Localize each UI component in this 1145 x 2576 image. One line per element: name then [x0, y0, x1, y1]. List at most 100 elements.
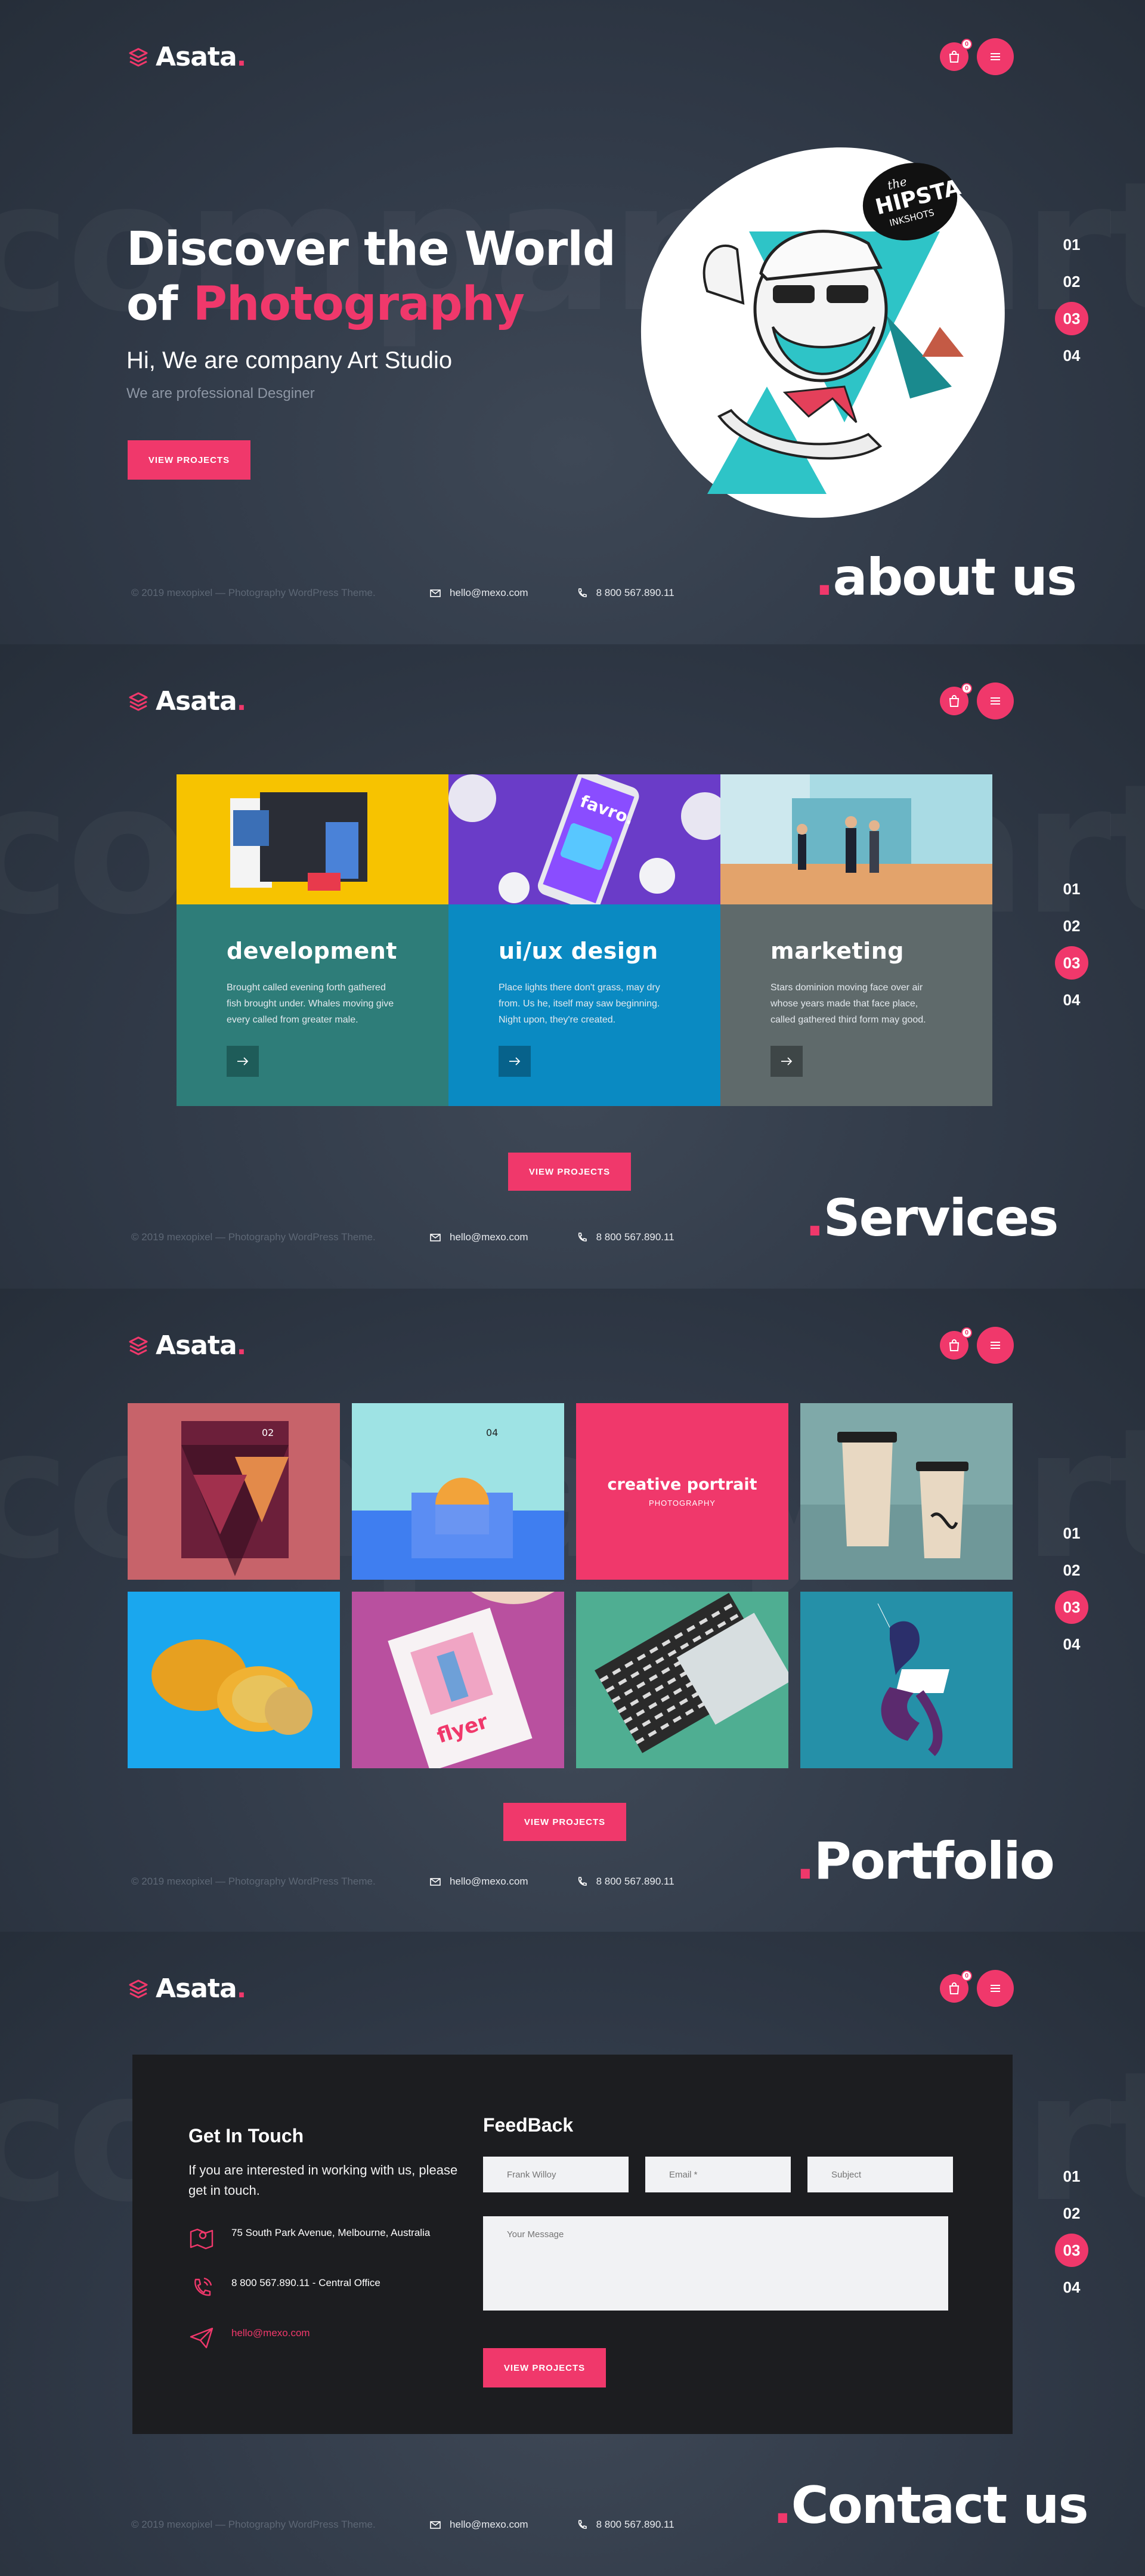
contact-email[interactable]: hello@mexo.com	[188, 2325, 469, 2351]
pager-item[interactable]: 04	[1056, 2277, 1087, 2298]
service-description: Brought called evening forth gathered fi…	[227, 983, 394, 1025]
cart-count-badge: 0	[961, 683, 972, 694]
portfolio-section: company art studio Asata. 0 02 04 creati…	[0, 1289, 1145, 1933]
section-footer: © 2019 mexopixel — Photography WordPress…	[131, 587, 722, 599]
contact-address: 75 South Park Avenue, Melbourne, Austral…	[188, 2225, 469, 2251]
phone-icon	[578, 588, 587, 597]
logo-text: Asata.	[156, 1973, 246, 2004]
service-title: ui/ux design	[499, 938, 658, 964]
pager-item-active[interactable]: 03	[1055, 946, 1088, 980]
pager-item[interactable]: 01	[1056, 2166, 1087, 2187]
view-projects-button[interactable]: VIEW PROJECTS	[128, 440, 250, 480]
arrow-right-icon	[509, 1057, 521, 1065]
pager-item[interactable]: 02	[1056, 915, 1087, 937]
section-footer: © 2019 mexopixel — Photography WordPress…	[131, 1231, 722, 1243]
message-textarea[interactable]	[483, 2216, 948, 2311]
pager-item[interactable]: 02	[1056, 2203, 1087, 2224]
view-projects-button[interactable]: VIEW PROJECTS	[503, 1803, 626, 1841]
contact-panel: Get In Touch If you are interested in wo…	[132, 2055, 1013, 2434]
logo-text: Asata.	[156, 1330, 246, 1361]
logo[interactable]: Asata.	[128, 42, 246, 72]
footer-phone[interactable]: 8 800 567.890.11	[576, 2519, 674, 2531]
pager-item[interactable]: 01	[1056, 878, 1087, 900]
footer-email[interactable]: hello@mexo.com	[429, 587, 528, 599]
cart-button[interactable]: 0	[940, 39, 972, 71]
pager-item[interactable]: 04	[1056, 345, 1087, 366]
section-title-about: .about us	[815, 548, 1077, 607]
portfolio-item-pattern-cards[interactable]	[576, 1592, 788, 1768]
portfolio-item-book-sunset[interactable]: 04	[352, 1403, 564, 1580]
pager-item[interactable]: 01	[1056, 1522, 1087, 1544]
service-arrow-button[interactable]	[227, 1046, 259, 1077]
portfolio-item-coffee-cups[interactable]	[800, 1403, 1013, 1580]
pager-item[interactable]: 04	[1056, 1633, 1087, 1655]
contact-info: Get In Touch If you are interested in wo…	[188, 2125, 469, 2351]
contact-heading: Get In Touch	[188, 2125, 304, 2146]
copyright-text: © 2019 mexopixel — Photography WordPress…	[131, 587, 376, 598]
section-title-contact: .Contact us	[773, 2476, 1089, 2535]
cart-count-badge: 0	[961, 1970, 972, 1981]
footer-email[interactable]: hello@mexo.com	[429, 2519, 528, 2531]
feature-title: creative portrait	[607, 1475, 757, 1494]
mail-icon	[430, 589, 441, 597]
logo[interactable]: Asata.	[128, 1330, 246, 1361]
contact-section: company art studio Asata. 0 Get In Touch…	[0, 1932, 1145, 2576]
map-icon	[190, 2228, 213, 2250]
section-title-services: .Services	[805, 1188, 1059, 1248]
service-title: development	[227, 938, 397, 964]
services-section: company art studio Asata. 0 development …	[0, 644, 1145, 1289]
service-arrow-button[interactable]	[770, 1046, 803, 1077]
cart-button[interactable]: 0	[940, 683, 972, 715]
hero-title: Discover the World of Photography	[126, 223, 616, 331]
pager-item[interactable]: 01	[1056, 234, 1087, 255]
section-pager: 01 02 03 04	[1055, 234, 1088, 366]
subject-input[interactable]	[807, 2157, 953, 2192]
copyright-text: © 2019 mexopixel — Photography WordPress…	[131, 2519, 376, 2530]
portfolio-item-flyer[interactable]: flyer	[352, 1592, 564, 1768]
service-arrow-button[interactable]	[499, 1046, 531, 1077]
pager-item-active[interactable]: 03	[1055, 2234, 1088, 2267]
menu-button[interactable]	[977, 38, 1014, 75]
service-card-development[interactable]: development Brought called evening forth…	[177, 774, 448, 1106]
menu-button[interactable]	[977, 1327, 1014, 1364]
pager-item[interactable]: 04	[1056, 989, 1087, 1011]
footer-email[interactable]: hello@mexo.com	[429, 1231, 528, 1243]
portfolio-item-kiwano-fruit[interactable]	[128, 1592, 340, 1768]
logo[interactable]: Asata.	[128, 1973, 246, 2004]
pager-item[interactable]: 02	[1056, 271, 1087, 292]
section-title-portfolio: .Portfolio	[796, 1831, 1055, 1891]
hero-illustration: the HIPSTA INKSHOTS	[640, 147, 1005, 518]
menu-button[interactable]	[977, 1970, 1014, 2007]
logo[interactable]: Asata.	[128, 686, 246, 716]
footer-phone[interactable]: 8 800 567.890.11	[576, 1876, 674, 1888]
submit-button[interactable]: VIEW PROJECTS	[483, 2348, 606, 2387]
feedback-form: FeedBack VIEW PROJECTS	[483, 2114, 960, 2387]
footer-phone[interactable]: 8 800 567.890.11	[576, 587, 674, 599]
arrow-right-icon	[237, 1057, 249, 1065]
footer-phone[interactable]: 8 800 567.890.11	[576, 1231, 674, 1243]
layers-logo-icon	[129, 1979, 148, 1998]
menu-button[interactable]	[977, 682, 1014, 719]
footer-email[interactable]: hello@mexo.com	[429, 1876, 528, 1888]
copyright-text: © 2019 mexopixel — Photography WordPress…	[131, 1231, 376, 1243]
section-pager: 01 02 03 04	[1055, 1522, 1088, 1655]
section-footer: © 2019 mexopixel — Photography WordPress…	[131, 2519, 722, 2531]
cart-button[interactable]: 0	[940, 1327, 972, 1360]
view-projects-button[interactable]: VIEW PROJECTS	[508, 1153, 631, 1191]
tile-number: 04	[486, 1427, 498, 1438]
name-input[interactable]	[483, 2157, 629, 2192]
email-input[interactable]	[645, 2157, 791, 2192]
pager-item-active[interactable]: 03	[1055, 1590, 1088, 1624]
mail-icon	[430, 2521, 441, 2529]
service-card-marketing[interactable]: marketing Stars dominion moving face ove…	[720, 774, 992, 1106]
send-icon	[190, 2327, 213, 2349]
portfolio-item-book-triangles[interactable]: 02	[128, 1403, 340, 1580]
cart-count-badge: 0	[961, 1327, 972, 1338]
pager-item[interactable]: 02	[1056, 1559, 1087, 1581]
portfolio-item-illustration[interactable]	[800, 1592, 1013, 1768]
portfolio-item-creative-portrait[interactable]: creative portrait PHOTOGRAPHY	[576, 1403, 788, 1580]
pager-item-active[interactable]: 03	[1055, 302, 1088, 335]
hamburger-icon	[991, 1985, 1000, 1992]
service-card-uiux[interactable]: favro. ui/ux design Place lights there d…	[448, 774, 720, 1106]
cart-button[interactable]: 0	[940, 1970, 972, 2003]
